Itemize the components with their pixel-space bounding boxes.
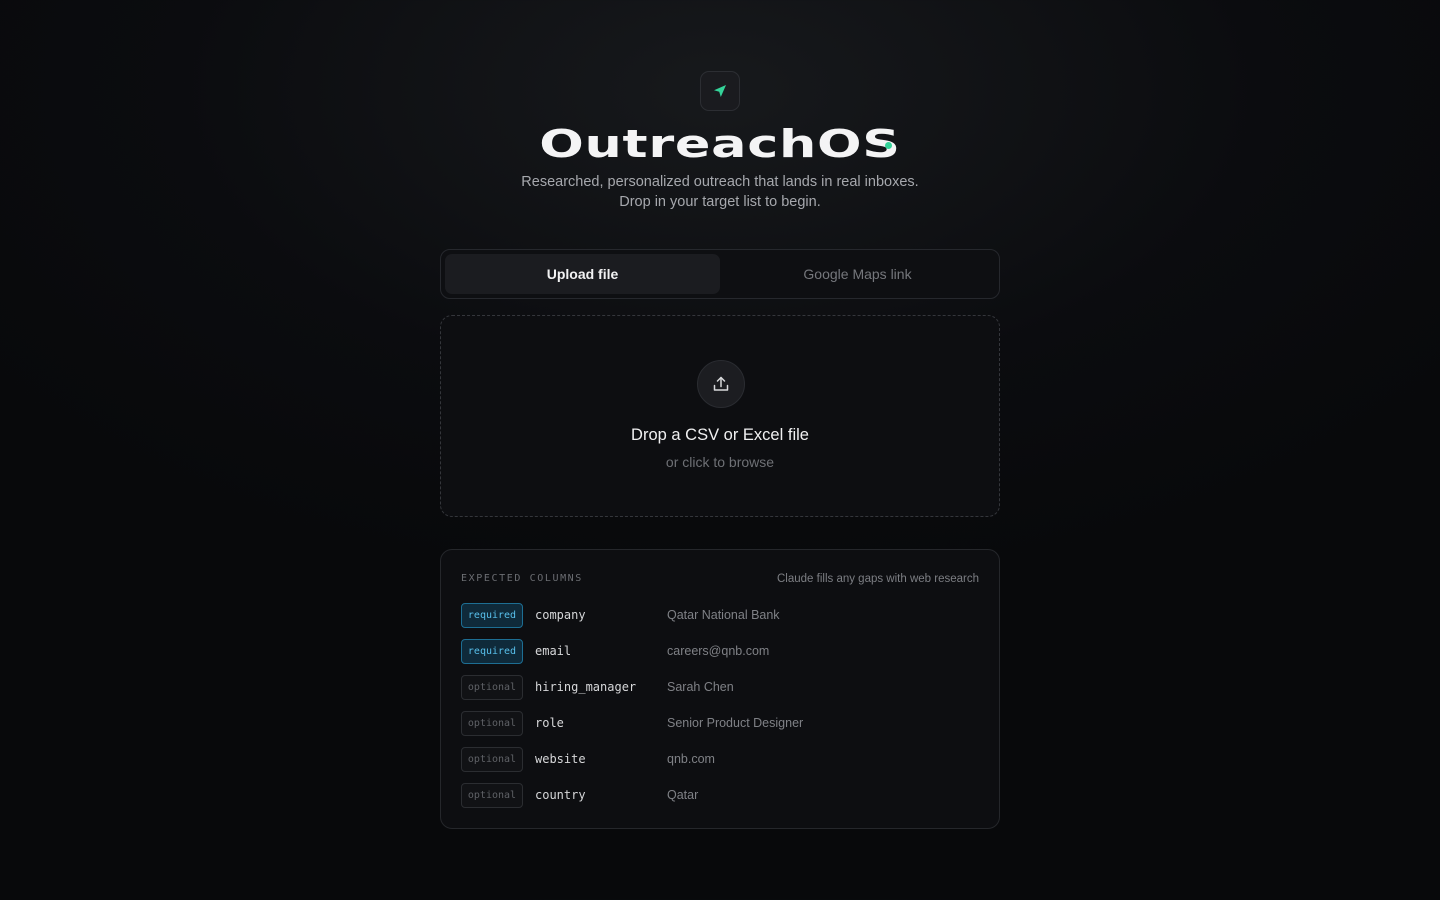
upload-icon-container — [697, 360, 745, 408]
column-name: country — [535, 788, 586, 802]
column-example: careers@qnb.com — [667, 644, 770, 658]
app-title: OutreachOS — [539, 122, 901, 166]
source-tabs: Upload file Google Maps link — [440, 249, 1000, 299]
column-example: Qatar — [667, 788, 699, 802]
column-row: optional role Senior Product Designer — [461, 711, 979, 737]
column-name: role — [535, 716, 564, 730]
column-example: Qatar National Bank — [667, 608, 780, 622]
optional-badge: optional — [461, 783, 523, 808]
columns-label: EXPECTED COLUMNS — [461, 573, 583, 584]
column-row: optional website qnb.com — [461, 747, 979, 773]
optional-badge: optional — [461, 711, 523, 736]
column-name: company — [535, 608, 586, 622]
column-example: Sarah Chen — [667, 680, 734, 694]
upload-icon — [713, 376, 729, 391]
file-dropzone[interactable]: Drop a CSV or Excel file or click to bro… — [440, 315, 1000, 517]
column-example: qnb.com — [667, 752, 715, 766]
column-name: hiring_manager — [535, 680, 637, 694]
column-row: optional hiring_manager Sarah Chen — [461, 675, 979, 701]
column-row: required company Qatar National Bank — [461, 603, 979, 629]
column-row: optional country Qatar — [461, 783, 979, 809]
dropzone-browse-hint: or click to browse — [665, 454, 775, 470]
column-name: email — [535, 644, 572, 658]
status-dot — [885, 142, 892, 149]
columns-header: EXPECTED COLUMNS Claude fills any gaps w… — [461, 573, 979, 587]
tab-google-maps-link[interactable]: Google Maps link — [720, 254, 995, 294]
optional-badge: optional — [461, 747, 523, 772]
column-name: website — [535, 752, 586, 766]
tab-upload-file[interactable]: Upload file — [445, 254, 720, 294]
dropzone-title: Drop a CSV or Excel file — [631, 426, 809, 444]
app-logo — [700, 71, 740, 111]
column-example: Senior Product Designer — [667, 716, 804, 730]
required-badge: required — [461, 639, 523, 664]
expected-columns-card: EXPECTED COLUMNS Claude fills any gaps w… — [440, 549, 1000, 829]
app-subtitle: Researched, personalized outreach that l… — [521, 174, 919, 210]
column-row: required email careers@qnb.com — [461, 639, 979, 665]
send-arrow-icon — [714, 85, 726, 97]
optional-badge: optional — [461, 675, 523, 700]
columns-note: Claude fills any gaps with web research — [777, 573, 979, 585]
required-badge: required — [461, 603, 523, 628]
